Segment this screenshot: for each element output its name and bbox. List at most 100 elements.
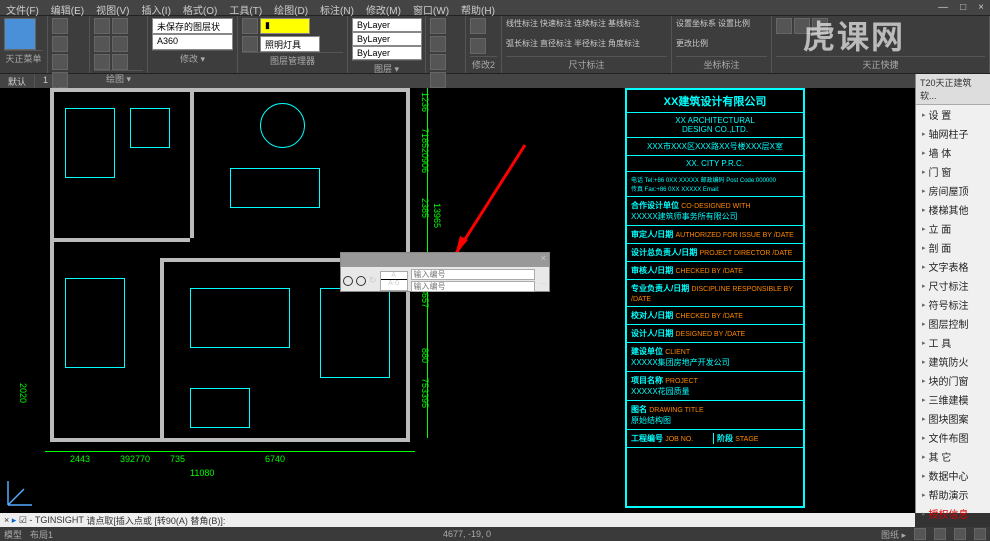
sp-3d[interactable]: 三维建模 bbox=[916, 390, 990, 409]
menu-insert[interactable]: 插入(I) bbox=[135, 0, 176, 15]
prop-icon[interactable] bbox=[430, 54, 446, 70]
sp-dim[interactable]: 尺寸标注 bbox=[916, 276, 990, 295]
sp-wall[interactable]: 墙 体 bbox=[916, 143, 990, 162]
sp-elev[interactable]: 立 面 bbox=[916, 219, 990, 238]
tool-icon[interactable] bbox=[52, 18, 68, 34]
dim-line bbox=[45, 451, 415, 452]
radio-1[interactable] bbox=[343, 276, 353, 286]
tangent-menu-icon[interactable] bbox=[4, 18, 36, 50]
quick-icon[interactable] bbox=[776, 18, 792, 34]
ortho-icon[interactable] bbox=[954, 528, 966, 540]
draw-icon[interactable] bbox=[112, 18, 128, 34]
dim-quick[interactable]: 快速标注 bbox=[540, 18, 572, 36]
scale-chg[interactable]: 更改比例 bbox=[676, 38, 708, 56]
tb-company: XX建筑设计有限公司 bbox=[627, 90, 803, 113]
cmd-close-icon[interactable]: × bbox=[4, 515, 9, 525]
sp-text[interactable]: 文字表格 bbox=[916, 257, 990, 276]
prop-icon[interactable] bbox=[430, 18, 446, 34]
command-line[interactable]: × ▸ ☑ - TGINSIGHT 请点取[插入点或 [转90(A) 替角(B)… bbox=[0, 513, 915, 527]
sp-settings[interactable]: 设 置 bbox=[916, 105, 990, 124]
tb-project: 项目名称 PROJECTXXXXX花园质量 bbox=[627, 372, 803, 401]
layer-dropdown[interactable]: ▮ bbox=[260, 18, 310, 34]
dim-dia[interactable]: 直径标注 bbox=[540, 38, 572, 56]
tab-layout1[interactable]: 布局1 bbox=[30, 528, 53, 541]
dim-linear[interactable]: 线性标注 bbox=[506, 18, 538, 36]
color-dropdown[interactable]: ByLayer bbox=[352, 18, 422, 32]
sp-license[interactable]: 授权信息 bbox=[916, 504, 990, 523]
prop-icon[interactable] bbox=[430, 72, 446, 88]
tool-icon[interactable] bbox=[52, 36, 68, 52]
close-button[interactable]: × bbox=[972, 0, 990, 15]
tb-country: XX. CITY P.R.C. bbox=[627, 156, 803, 172]
layer-state-dropdown[interactable]: 未保存的图层状态 bbox=[152, 18, 233, 34]
mod2-icon[interactable] bbox=[470, 38, 486, 54]
draw-icon[interactable] bbox=[94, 18, 110, 34]
sp-section[interactable]: 剖 面 bbox=[916, 238, 990, 257]
tab-1[interactable]: 1 bbox=[35, 74, 57, 88]
input-number-2[interactable] bbox=[411, 281, 535, 292]
sp-stair[interactable]: 楼梯其他 bbox=[916, 200, 990, 219]
menu-modify[interactable]: 修改(M) bbox=[360, 0, 407, 15]
sp-file[interactable]: 文件布图 bbox=[916, 428, 990, 447]
dim-h: 11080 bbox=[190, 468, 214, 478]
menu-tools[interactable]: 工具(T) bbox=[223, 0, 268, 15]
radio-2[interactable] bbox=[356, 276, 366, 286]
dim-v: 753395 bbox=[420, 378, 430, 408]
sp-layer[interactable]: 图层控制 bbox=[916, 314, 990, 333]
sp-help[interactable]: 帮助演示 bbox=[916, 485, 990, 504]
menu-view[interactable]: 视图(V) bbox=[90, 0, 135, 15]
tb-verify: 校对人/日期 CHECKED BY /DATE bbox=[627, 307, 803, 325]
draw-icon[interactable] bbox=[112, 54, 128, 70]
tab-model[interactable]: 模型 bbox=[4, 528, 22, 541]
draw-icon[interactable] bbox=[94, 36, 110, 52]
dim-ang[interactable]: 角度标注 bbox=[608, 38, 640, 56]
sp-room[interactable]: 房间屋顶 bbox=[916, 181, 990, 200]
dim-cont[interactable]: 连续标注 bbox=[574, 18, 606, 36]
menu-format[interactable]: 格式(O) bbox=[177, 0, 223, 15]
sp-pattern[interactable]: 图块图案 bbox=[916, 409, 990, 428]
sp-data[interactable]: 数据中心 bbox=[916, 466, 990, 485]
section-symbol-dialog[interactable]: × ↻ AA-0 … bbox=[340, 252, 550, 292]
tool-icon[interactable] bbox=[52, 54, 68, 70]
sp-other[interactable]: 其 它 bbox=[916, 447, 990, 466]
sp-symbol[interactable]: 符号标注 bbox=[916, 295, 990, 314]
input-number-1[interactable] bbox=[411, 269, 535, 280]
dialog-close-icon[interactable]: × bbox=[541, 253, 546, 267]
draw-icon[interactable] bbox=[112, 36, 128, 52]
dialog-titlebar[interactable]: × bbox=[341, 253, 549, 267]
menu-file[interactable]: 文件(F) bbox=[0, 0, 45, 15]
coord-set[interactable]: 设置坐标系 bbox=[676, 18, 716, 36]
linetype-dropdown[interactable]: ByLayer bbox=[352, 32, 422, 46]
sp-axis[interactable]: 轴网柱子 bbox=[916, 124, 990, 143]
a360-dropdown[interactable]: A360 bbox=[152, 34, 233, 50]
max-button[interactable]: □ bbox=[954, 0, 972, 15]
dim-v: 906 bbox=[420, 158, 430, 173]
grid-icon[interactable] bbox=[934, 528, 946, 540]
dim-base[interactable]: 基线标注 bbox=[608, 18, 640, 36]
snap-icon[interactable] bbox=[914, 528, 926, 540]
menu-draw[interactable]: 绘图(D) bbox=[268, 0, 314, 15]
prop-icon[interactable] bbox=[430, 36, 446, 52]
dim-rad[interactable]: 半径标注 bbox=[574, 38, 606, 56]
min-button[interactable]: — bbox=[932, 0, 954, 15]
dim-arc[interactable]: 弧长标注 bbox=[506, 38, 538, 56]
mod2-icon[interactable] bbox=[470, 18, 486, 34]
menu-help[interactable]: 帮助(H) bbox=[455, 0, 501, 15]
sp-fire[interactable]: 建筑防火 bbox=[916, 352, 990, 371]
sp-tools[interactable]: 工 具 bbox=[916, 333, 990, 352]
tab-default[interactable]: 默认 bbox=[0, 74, 35, 88]
draw-icon[interactable] bbox=[94, 54, 110, 70]
sp-block[interactable]: 块的门窗 bbox=[916, 371, 990, 390]
match-icon[interactable] bbox=[242, 36, 258, 52]
tb-disc: 专业负责人/日期 DISCIPLINE RESPONSIBLE BY /DATE bbox=[627, 280, 803, 307]
status-extras[interactable]: 图纸 ▸ bbox=[881, 528, 906, 541]
lighting-dropdown[interactable]: 照明灯具 bbox=[260, 36, 320, 52]
menu-dim[interactable]: 标注(N) bbox=[314, 0, 360, 15]
menu-window[interactable]: 窗口(W) bbox=[407, 0, 455, 15]
layer-icon[interactable] bbox=[242, 18, 258, 34]
menu-edit[interactable]: 编辑(E) bbox=[45, 0, 90, 15]
lineweight-dropdown[interactable]: ByLayer bbox=[352, 46, 422, 60]
scale-set[interactable]: 设置比例 bbox=[718, 18, 750, 36]
osnap-icon[interactable] bbox=[974, 528, 986, 540]
sp-door[interactable]: 门 窗 bbox=[916, 162, 990, 181]
